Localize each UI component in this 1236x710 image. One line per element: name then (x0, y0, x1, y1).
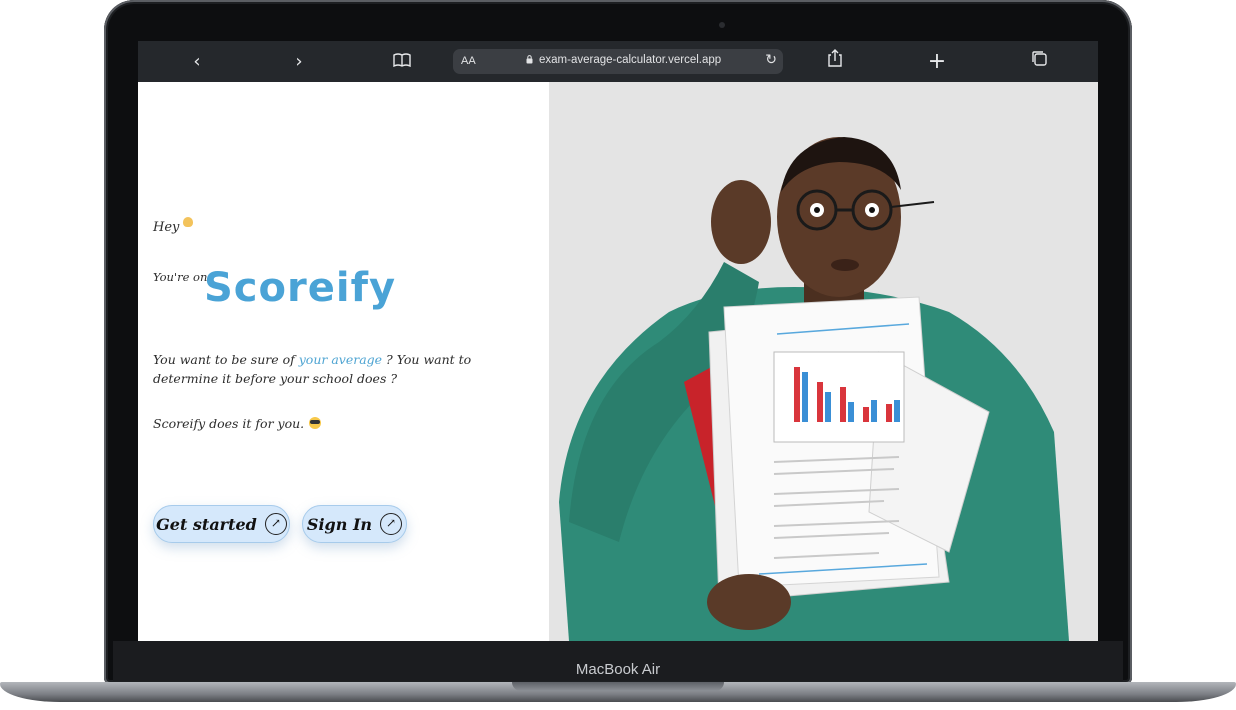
get-started-button[interactable]: Get started ↗ (153, 505, 290, 543)
share-icon[interactable] (822, 49, 848, 75)
get-started-label: Get started (156, 514, 257, 534)
text-size-button[interactable]: AA (461, 55, 476, 67)
page-content: Hey You're on Scoreify You want to be su… (138, 82, 1098, 641)
youre-on-text: You're on (153, 270, 208, 284)
reload-icon[interactable]: ↻ (765, 52, 777, 68)
intro-paragraph: You want to be sure of your average ? Yo… (153, 350, 523, 388)
back-icon[interactable]: ‹ (184, 49, 210, 75)
browser-window: ‹ › AA exam-average-calculator.vercel.ap… (138, 41, 1098, 641)
camera (719, 22, 725, 28)
new-tab-icon[interactable]: + (924, 49, 950, 75)
tabs-icon[interactable] (1026, 49, 1052, 75)
intro-highlight: your average (298, 352, 383, 367)
laptop-chin: MacBook Air (113, 641, 1123, 681)
model-label: MacBook Air (575, 661, 661, 678)
greeting-text: Hey (153, 220, 180, 235)
sign-in-button[interactable]: Sign In ↗ (302, 505, 407, 543)
address-bar[interactable]: AA exam-average-calculator.vercel.app ↻ (453, 49, 783, 74)
sunglasses-emoji-icon (309, 417, 322, 429)
waving-hand-icon (183, 217, 194, 227)
hero-text-panel: Hey You're on Scoreify You want to be su… (138, 82, 549, 641)
laptop-notch (512, 682, 724, 691)
sign-in-label: Sign In (306, 514, 373, 534)
brand-title: Scoreify (204, 265, 397, 311)
hero-image (549, 82, 1098, 641)
arrow-up-right-icon: ↗ (264, 513, 287, 535)
tagline: Scoreify does it for you. (153, 416, 322, 431)
url-text: exam-average-calculator.vercel.app (539, 54, 722, 66)
greeting: Hey (153, 217, 194, 235)
confused-student-illustration (559, 137, 1069, 641)
lock-icon (526, 55, 533, 64)
browser-toolbar: ‹ › AA exam-average-calculator.vercel.ap… (138, 41, 1098, 82)
intro-prefix: You want to be sure of (153, 352, 299, 367)
forward-icon[interactable]: › (286, 49, 312, 75)
tagline-text: Scoreify does it for you. (153, 416, 305, 431)
bookmarks-icon[interactable] (389, 49, 415, 75)
arrow-up-right-icon: ↗ (380, 513, 403, 535)
